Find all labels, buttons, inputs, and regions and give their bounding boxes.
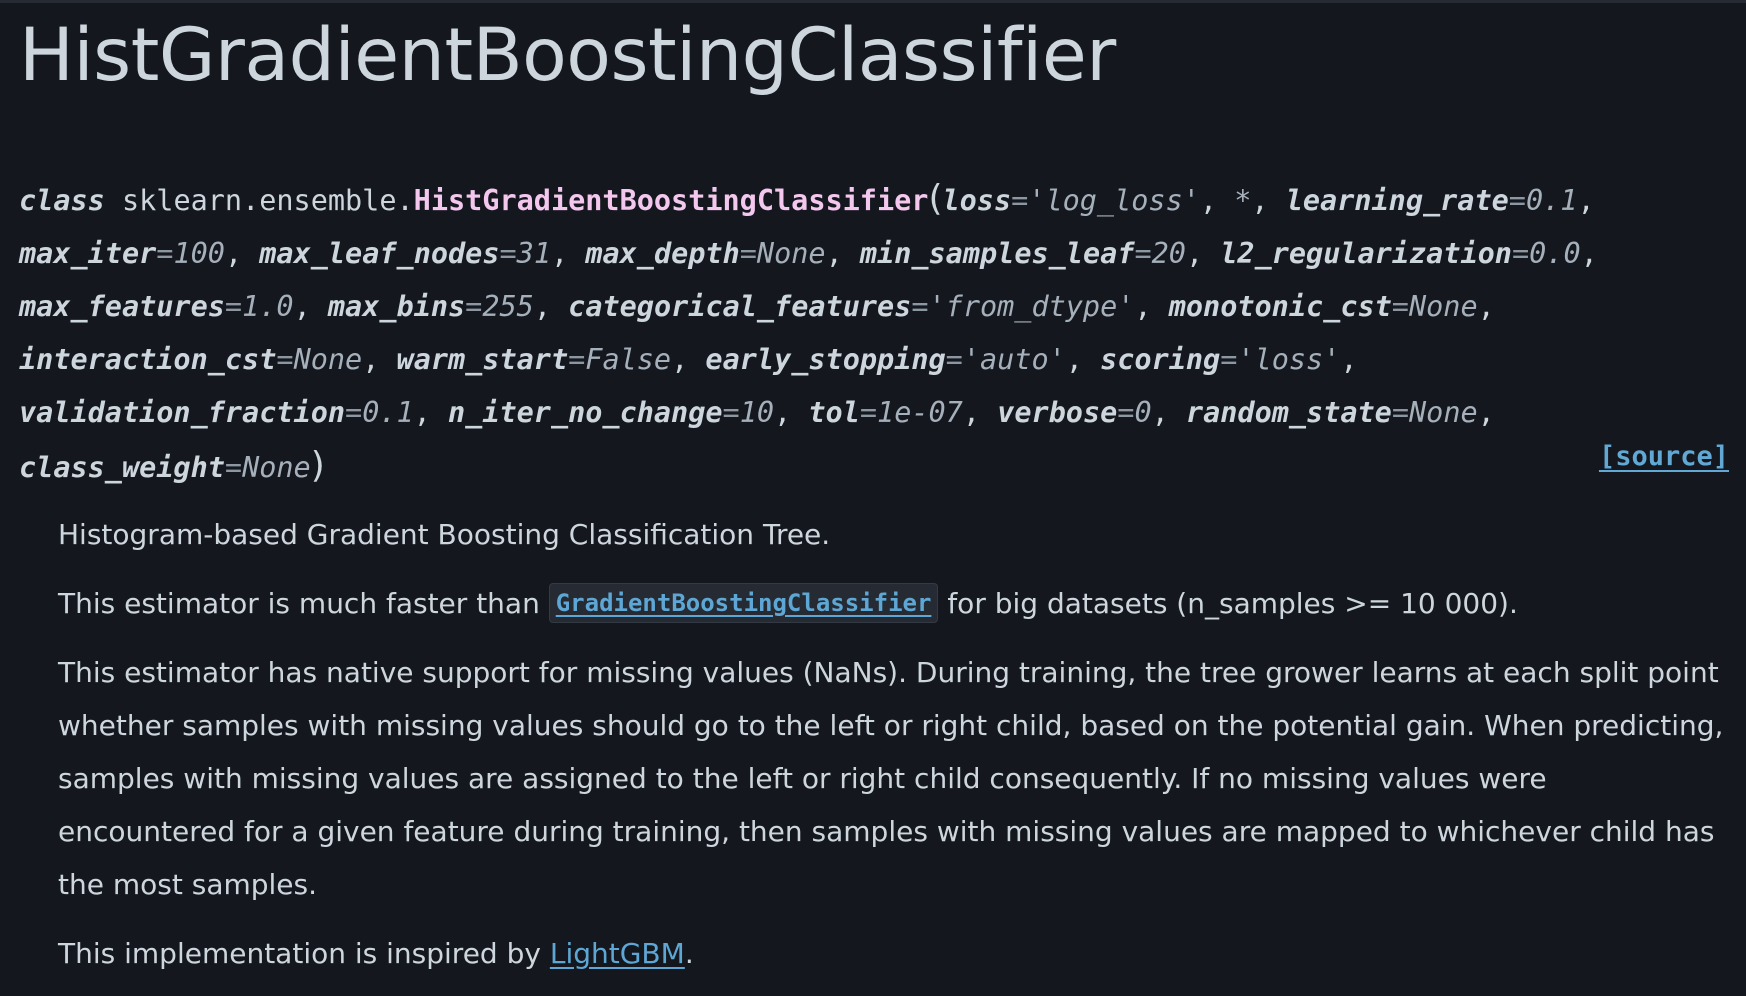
speed-paragraph: This estimator is much faster than Gradi… [58,577,1728,630]
param-class-weight: class_weight=None [19,451,311,484]
param-max-bins: max_bins=255 [327,290,534,323]
lightgbm-link[interactable]: LightGBM [550,937,685,970]
missing-values-paragraph: This estimator has native support for mi… [58,656,1724,901]
class-keyword: class [19,184,105,217]
param-verbose: verbose=0 [997,396,1152,429]
speed-text-post: for big datasets (n_samples >= 10 000). [947,587,1518,620]
param-min-samples-leaf: min_samples_leaf=20 [859,237,1186,270]
param-l2-regularization: l2_regularization=0.0 [1220,237,1581,270]
param-max-iter: max_iter=100 [19,237,225,270]
close-paren: ) [310,445,325,486]
param-max-depth: max_depth=None [585,237,826,270]
param-max-features: max_features=1.0 [19,290,294,323]
speed-text-pre: This estimator is much faster than [58,587,540,620]
inspired-text-pre: This implementation is inspired by [58,937,541,970]
param-learning-rate: learning_rate=0.1 [1285,184,1578,217]
class-description: Histogram-based Gradient Boosting Classi… [58,508,1728,996]
param-tol: tol=1e-07 [808,396,963,429]
param-scoring: scoring='loss' [1100,343,1341,376]
gradient-boosting-classifier-link[interactable]: GradientBoostingClassifier [548,583,939,623]
param-interaction-cst: interaction_cst=None [19,343,363,376]
top-border [0,0,1746,3]
keyword-only-star: * [1234,184,1252,217]
inspired-paragraph: This implementation is inspired by Light… [58,927,1728,980]
source-link[interactable]: [source] [1599,441,1729,472]
param-validation-fraction: validation_fraction=0.1 [19,396,414,429]
class-signature: class sklearn.ensemble.HistGradientBoost… [19,178,1598,486]
page-title: HistGradientBoostingClassifier [19,13,1116,98]
param-early-stopping: early_stopping='auto' [705,343,1066,376]
open-paren: ( [928,178,943,219]
module-path: sklearn.ensemble. [121,184,414,217]
summary-paragraph: Histogram-based Gradient Boosting Classi… [58,518,831,551]
param-warm-start: warm_start=False [396,343,672,376]
param-categorical-features: categorical_features='from_dtype' [568,290,1135,323]
param-n-iter-no-change: n_iter_no_change=10 [448,396,775,429]
param-random-state: random_state=None [1185,396,1478,429]
param-monotonic-cst: monotonic_cst=None [1168,290,1478,323]
param-loss: loss='log_loss' [942,184,1200,217]
class-name: HistGradientBoostingClassifier [413,184,929,217]
inspired-text-post: . [684,937,694,970]
param-max-leaf-nodes: max_leaf_nodes=31 [259,237,551,270]
